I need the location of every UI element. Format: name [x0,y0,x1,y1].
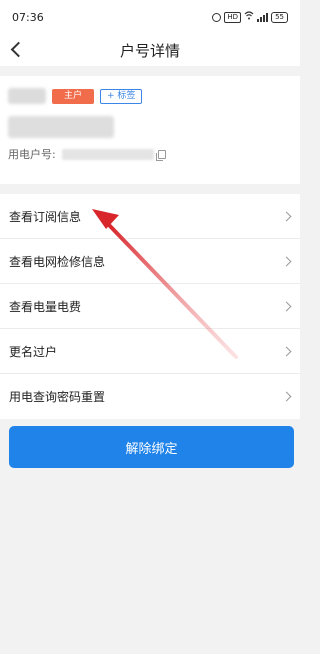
account-name-redacted [8,88,46,104]
menu-item-transfer-ownership[interactable]: 更名过户 [0,329,300,374]
battery-icon: 55 [271,11,288,23]
nav-bar: 户号详情 [0,34,300,66]
alarm-icon [212,12,222,22]
menu-item-password-reset[interactable]: 用电查询密码重置 [0,374,300,419]
copy-icon[interactable] [155,149,166,161]
chevron-right-icon [281,211,292,221]
status-time: 07:36 [12,10,44,24]
add-tag-button[interactable]: + 标签 [100,88,143,104]
wifi-icon [244,11,254,23]
page-title: 户号详情 [119,41,180,60]
account-card: 主户 + 标签 用电户号: [0,76,300,184]
account-number-label: 用电户号: [8,148,56,161]
menu-item-label: 查看电量电费 [9,299,82,314]
status-icons: HD 55 [212,11,288,23]
menu-list: 查看订阅信息 查看电网检修信息 查看电量电费 更名过户 用电查询密码重置 [0,194,300,419]
account-address-redacted [8,116,114,138]
chevron-right-icon [281,256,292,266]
chevron-right-icon [281,346,292,356]
menu-item-label: 查看订阅信息 [9,209,82,224]
menu-item-electricity-bill[interactable]: 查看电量电费 [0,284,300,329]
signal-icon [257,12,269,22]
chevron-left-icon[interactable] [10,41,27,58]
status-bar: 07:36 HD 55 [0,0,300,34]
menu-item-label: 更名过户 [9,344,58,359]
hd-icon: HD [224,11,242,23]
menu-item-label: 用电查询密码重置 [9,390,106,404]
unbind-button[interactable]: 解除绑定 [9,426,294,468]
account-header-row: 主户 + 标签 [8,88,290,104]
account-number-redacted [61,148,154,160]
menu-item-grid-maintenance[interactable]: 查看电网检修信息 [0,239,300,284]
owner-tag: 主户 [52,88,95,104]
menu-item-label: 查看电网检修信息 [9,254,106,269]
chevron-right-icon [281,301,292,311]
menu-item-subscription[interactable]: 查看订阅信息 [0,194,300,239]
chevron-right-icon [281,391,292,402]
account-number-row: 用电户号: [8,146,290,162]
